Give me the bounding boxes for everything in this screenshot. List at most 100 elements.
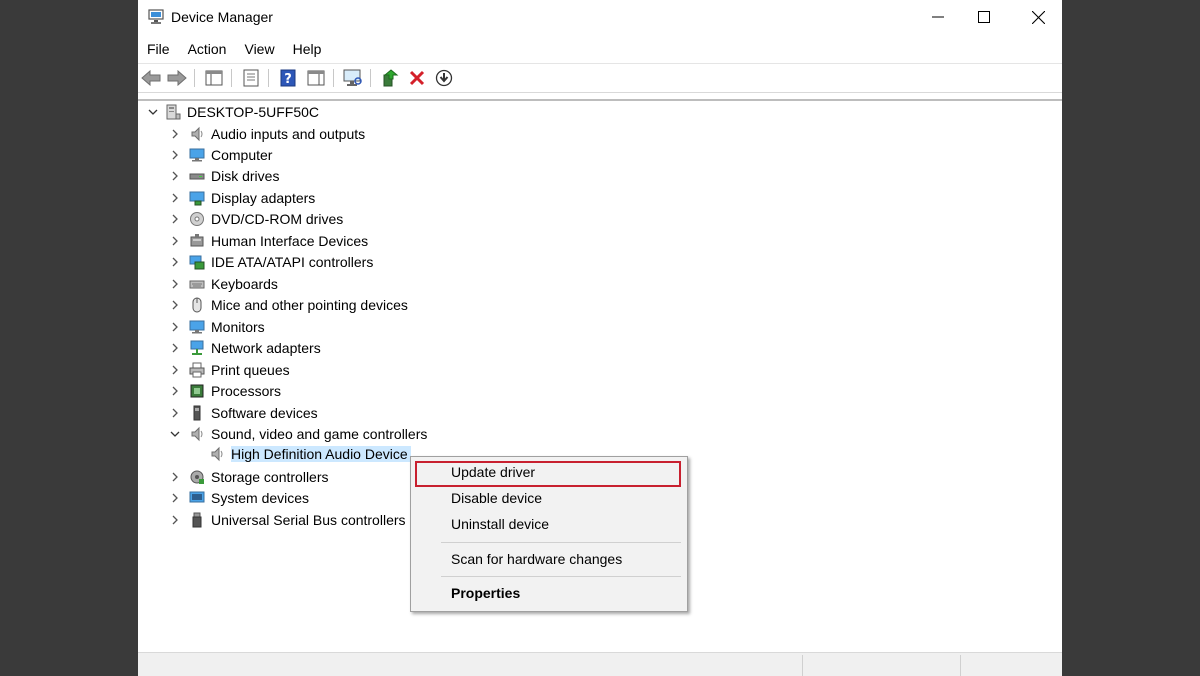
uninstall-device-button[interactable] — [407, 68, 427, 88]
device-manager-icon — [148, 9, 164, 24]
context-separator — [441, 542, 681, 543]
status-divider — [960, 655, 961, 676]
menu-help[interactable]: Help — [284, 38, 331, 60]
tree-category-print-queues[interactable]: Print queues — [168, 360, 290, 380]
speaker-icon — [188, 125, 206, 143]
forward-arrow-icon — [167, 70, 187, 86]
minimize-icon — [932, 16, 944, 18]
scan-monitor-icon — [343, 69, 362, 86]
chevron-right-icon[interactable] — [168, 384, 182, 398]
status-bar — [138, 652, 1062, 676]
chevron-right-icon[interactable] — [168, 277, 182, 291]
tree-category-label: IDE ATA/ATAPI controllers — [211, 254, 374, 270]
usb-icon — [188, 511, 206, 529]
tree-category-disk-drives[interactable]: Disk drives — [168, 166, 279, 186]
update-driver-icon — [383, 69, 399, 87]
chevron-right-icon[interactable] — [168, 341, 182, 355]
toolbar-separator — [370, 69, 371, 87]
tree-category-ide-ata-atapi-controllers[interactable]: IDE ATA/ATAPI controllers — [168, 252, 373, 272]
disable-device-button[interactable] — [434, 68, 454, 88]
chevron-down-icon[interactable] — [168, 427, 182, 441]
help-button[interactable]: ? — [278, 68, 298, 88]
tree-category-label: Mice and other pointing devices — [211, 297, 408, 313]
tree-category-human-interface-devices[interactable]: Human Interface Devices — [168, 231, 368, 251]
tree-category-label: System devices — [211, 490, 310, 506]
context-separator — [441, 576, 681, 577]
tree-category-sound-video-and-game-controllers[interactable]: Sound, video and game controllers — [168, 424, 427, 444]
tree-category-network-adapters[interactable]: Network adapters — [168, 338, 321, 358]
chevron-right-icon[interactable] — [168, 320, 182, 334]
menu-view[interactable]: View — [235, 38, 283, 60]
chevron-right-icon[interactable] — [168, 148, 182, 162]
svg-text:?: ? — [284, 72, 292, 87]
action-pane-button[interactable] — [306, 68, 326, 88]
chevron-right-icon[interactable] — [168, 406, 182, 420]
tree-category-label: Display adapters — [211, 190, 316, 206]
show-hide-console-tree-button[interactable] — [204, 68, 224, 88]
back-button[interactable] — [141, 68, 161, 88]
computer-monitor-icon — [188, 146, 206, 164]
tree-category-computer[interactable]: Computer — [168, 145, 272, 165]
speaker-icon — [208, 445, 226, 463]
chevron-right-icon[interactable] — [168, 169, 182, 183]
tree-category-label: Monitors — [211, 319, 265, 335]
title-bar[interactable]: Device Manager — [138, 0, 1062, 36]
scan-hardware-button[interactable] — [343, 68, 363, 88]
context-disable-device[interactable]: Disable device — [451, 490, 542, 506]
tree-category-keyboards[interactable]: Keyboards — [168, 274, 278, 294]
tree-category-display-adapters[interactable]: Display adapters — [168, 188, 315, 208]
tree-category-processors[interactable]: Processors — [168, 381, 281, 401]
selected-device-label: High Definition Audio Device — [231, 446, 411, 462]
update-driver-button[interactable] — [380, 68, 400, 88]
tree-category-label: Audio inputs and outputs — [211, 126, 366, 142]
tree-category-label: Storage controllers — [211, 469, 329, 485]
context-scan-hardware[interactable]: Scan for hardware changes — [451, 551, 622, 567]
tree-category-storage-controllers[interactable]: Storage controllers — [168, 467, 329, 487]
tree-category-label: Sound, video and game controllers — [211, 426, 428, 442]
chevron-right-icon[interactable] — [168, 363, 182, 377]
tree-category-label: Computer — [211, 147, 273, 163]
menu-action[interactable]: Action — [179, 38, 236, 60]
maximize-button[interactable] — [960, 0, 1008, 34]
forward-button[interactable] — [167, 68, 187, 88]
system-device-icon — [188, 489, 206, 507]
close-icon — [1031, 10, 1045, 24]
toolbar-separator — [268, 69, 269, 87]
chevron-right-icon[interactable] — [168, 298, 182, 312]
chevron-right-icon[interactable] — [168, 470, 182, 484]
toolbar: ? — [138, 63, 1062, 93]
chevron-right-icon[interactable] — [168, 491, 182, 505]
tree-category-label: Disk drives — [211, 168, 280, 184]
tree-root[interactable]: DESKTOP-5UFF50C — [146, 102, 319, 122]
software-device-icon — [188, 404, 206, 422]
tree-category-mice-and-other-pointing-devices[interactable]: Mice and other pointing devices — [168, 295, 408, 315]
tree-category-label: Network adapters — [211, 340, 321, 356]
tree-child-high-definition-audio[interactable]: High Definition Audio Device — [208, 444, 411, 464]
chevron-down-icon[interactable] — [146, 105, 160, 119]
tree-category-system-devices[interactable]: System devices — [168, 488, 309, 508]
minimize-button[interactable] — [914, 0, 962, 34]
tree-category-universal-serial-bus-controllers[interactable]: Universal Serial Bus controllers — [168, 510, 406, 530]
chevron-right-icon[interactable] — [168, 191, 182, 205]
context-uninstall-device[interactable]: Uninstall device — [451, 516, 549, 532]
window-title: Device Manager — [171, 9, 273, 25]
chevron-right-icon[interactable] — [168, 127, 182, 141]
disk-drive-icon — [188, 167, 206, 185]
tree-category-label: DVD/CD-ROM drives — [211, 211, 344, 227]
close-button[interactable] — [1014, 0, 1062, 34]
chevron-right-icon[interactable] — [168, 255, 182, 269]
chevron-right-icon[interactable] — [168, 513, 182, 527]
tree-category-audio-inputs-and-outputs[interactable]: Audio inputs and outputs — [168, 124, 365, 144]
tree-category-dvd-cd-rom-drives[interactable]: DVD/CD-ROM drives — [168, 209, 343, 229]
properties-button[interactable] — [241, 68, 261, 88]
speaker-icon — [188, 425, 206, 443]
tree-category-monitors[interactable]: Monitors — [168, 317, 265, 337]
tree-category-software-devices[interactable]: Software devices — [168, 403, 318, 423]
ide-controller-icon — [188, 253, 206, 271]
chevron-right-icon[interactable] — [168, 212, 182, 226]
help-icon: ? — [280, 69, 296, 87]
menu-file[interactable]: File — [138, 38, 179, 60]
context-properties[interactable]: Properties — [451, 585, 520, 601]
context-update-driver[interactable]: Update driver — [451, 464, 535, 480]
chevron-right-icon[interactable] — [168, 234, 182, 248]
